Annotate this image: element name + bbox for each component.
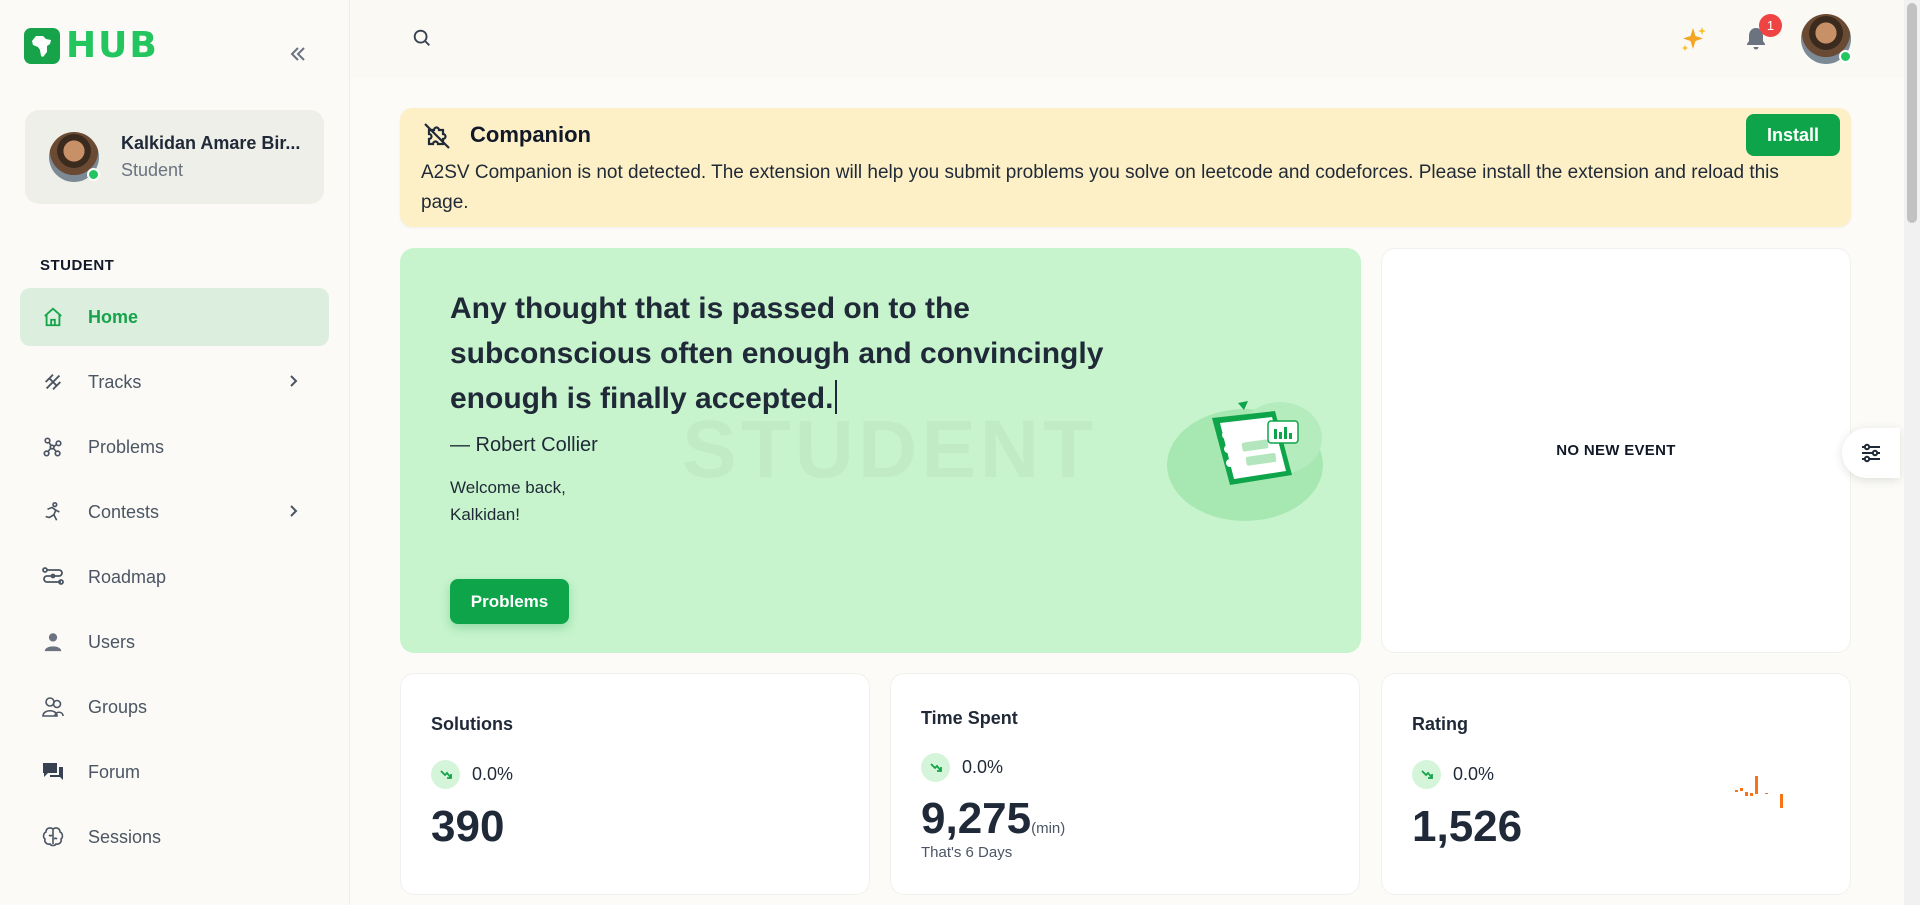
- welcome-name: Kalkidan!: [450, 505, 520, 524]
- forum-icon: [40, 759, 66, 785]
- users-icon: [40, 629, 66, 655]
- welcome-line: Welcome back,: [450, 478, 566, 497]
- banner-title: Companion: [470, 122, 591, 147]
- double-chevron-left-icon: [290, 47, 305, 61]
- text-cursor: [835, 380, 838, 414]
- settings-fab[interactable]: [1842, 428, 1900, 478]
- sidebar-item-forum[interactable]: Forum: [20, 743, 329, 801]
- stat-trend: 0.0%: [1412, 760, 1494, 789]
- stat-value: 390: [431, 802, 505, 851]
- problems-button[interactable]: Problems: [450, 579, 569, 624]
- companion-banner: Companion A2SV Companion is not detected…: [400, 108, 1851, 227]
- topbar: 1: [351, 0, 1904, 78]
- sidebar-item-label: Roadmap: [88, 566, 167, 587]
- sidebar-item-label: Contests: [88, 501, 160, 522]
- chevron-right-icon: [290, 375, 298, 387]
- no-events-text: NO NEW EVENT: [1556, 442, 1676, 459]
- puzzle-off-icon: [422, 121, 452, 156]
- stat-title: Rating: [1412, 714, 1468, 734]
- hero-author: — Robert Collier: [450, 434, 598, 456]
- stat-trend: 0.0%: [921, 753, 1003, 782]
- sidebar-item-sessions[interactable]: Sessions: [20, 808, 329, 866]
- stat-title: Solutions: [431, 714, 513, 734]
- sidebar-item-label: Problems: [88, 436, 165, 457]
- user-card[interactable]: Kalkidan Amare Bir... Student: [25, 110, 324, 204]
- sidebar-item-tracks[interactable]: Tracks: [20, 353, 329, 411]
- problems-icon: [40, 434, 66, 460]
- groups-icon: [40, 694, 66, 720]
- stat-value-row: 9,275(min): [921, 794, 1065, 844]
- trend-value: 0.0%: [472, 764, 514, 784]
- logo[interactable]: HUB: [24, 28, 159, 64]
- sliders-icon: [1862, 443, 1880, 463]
- hero-quote: Any thought that is passed on to the sub…: [450, 286, 1130, 421]
- roadmap-icon: [40, 564, 66, 590]
- sidebar-item-roadmap[interactable]: Roadmap: [20, 548, 329, 606]
- trend-down-icon: [431, 760, 460, 789]
- stat-value: 9,275: [921, 794, 1032, 843]
- sidebar-item-label: Tracks: [88, 371, 142, 392]
- sidebar-item-users[interactable]: Users: [20, 613, 329, 671]
- welcome-message: Welcome back, Kalkidan!: [450, 474, 600, 528]
- sessions-icon: [40, 824, 66, 850]
- trend-down-icon: [921, 753, 950, 782]
- sidebar-item-label: Users: [88, 631, 136, 652]
- contests-icon: [40, 499, 66, 525]
- sparkle-icon[interactable]: [1679, 24, 1709, 61]
- page-scrollbar[interactable]: [1904, 0, 1920, 905]
- dashboard-illustration: [1160, 383, 1340, 528]
- hero-quote-text: Any thought that is passed on to the sub…: [450, 292, 1104, 415]
- chevron-right-icon: [290, 505, 298, 517]
- sidebar-item-label: Home: [88, 306, 139, 327]
- collapse-sidebar-button[interactable]: [284, 40, 312, 68]
- sidebar-item-label: Sessions: [88, 826, 162, 847]
- rating-card: Rating 0.0% 1,526: [1381, 673, 1851, 895]
- sidebar-item-home[interactable]: Home: [20, 288, 329, 346]
- notification-badge: 1: [1759, 14, 1782, 37]
- scrollbar-thumb[interactable]: [1907, 3, 1917, 223]
- trend-value: 0.0%: [1453, 764, 1495, 784]
- sidebar-section-label: STUDENT: [40, 257, 115, 274]
- avatar: [49, 132, 100, 182]
- profile-avatar[interactable]: [1801, 14, 1852, 64]
- trend-down-icon: [1412, 760, 1441, 789]
- online-status-dot: [87, 168, 100, 181]
- install-button[interactable]: Install: [1746, 114, 1840, 156]
- online-status-dot: [1839, 50, 1852, 63]
- user-role: Student: [121, 160, 184, 180]
- sidebar-item-problems[interactable]: Problems: [20, 418, 329, 476]
- home-icon: [40, 304, 66, 330]
- events-card: NO NEW EVENT: [1381, 248, 1851, 653]
- banner-message: A2SV Companion is not detected. The exte…: [421, 162, 1779, 213]
- sidebar-item-contests[interactable]: Contests: [20, 483, 329, 541]
- user-name: Kalkidan Amare Bir...: [121, 133, 301, 153]
- solutions-card: Solutions 0.0% 390: [400, 673, 870, 895]
- stat-unit: (min): [1031, 820, 1066, 837]
- hero-quote-card: STUDENT Any thought that is passed on to…: [400, 248, 1361, 653]
- sidebar-nav: Home Tracks Problems Contests Roadmap Us…: [20, 288, 329, 873]
- stat-value: 1,526: [1412, 802, 1523, 851]
- search-icon[interactable]: [411, 27, 433, 54]
- africa-logo-icon: [24, 28, 60, 64]
- sidebar-item-groups[interactable]: Groups: [20, 678, 329, 736]
- time-spent-card: Time Spent 0.0% 9,275(min) That's 6 Days: [890, 673, 1360, 895]
- sidebar-item-label: Forum: [88, 761, 141, 782]
- sidebar-item-label: Groups: [88, 696, 148, 717]
- stat-title: Time Spent: [921, 708, 1018, 728]
- logo-text: HUB: [66, 25, 159, 66]
- trend-value: 0.0%: [962, 757, 1004, 777]
- rating-sparkline: [1735, 776, 1783, 808]
- stat-trend: 0.0%: [431, 760, 513, 789]
- tracks-icon: [40, 369, 66, 395]
- sidebar: HUB Kalkidan Amare Bir... Student STUDEN…: [0, 0, 350, 905]
- stat-subtext: That's 6 Days: [921, 844, 1013, 861]
